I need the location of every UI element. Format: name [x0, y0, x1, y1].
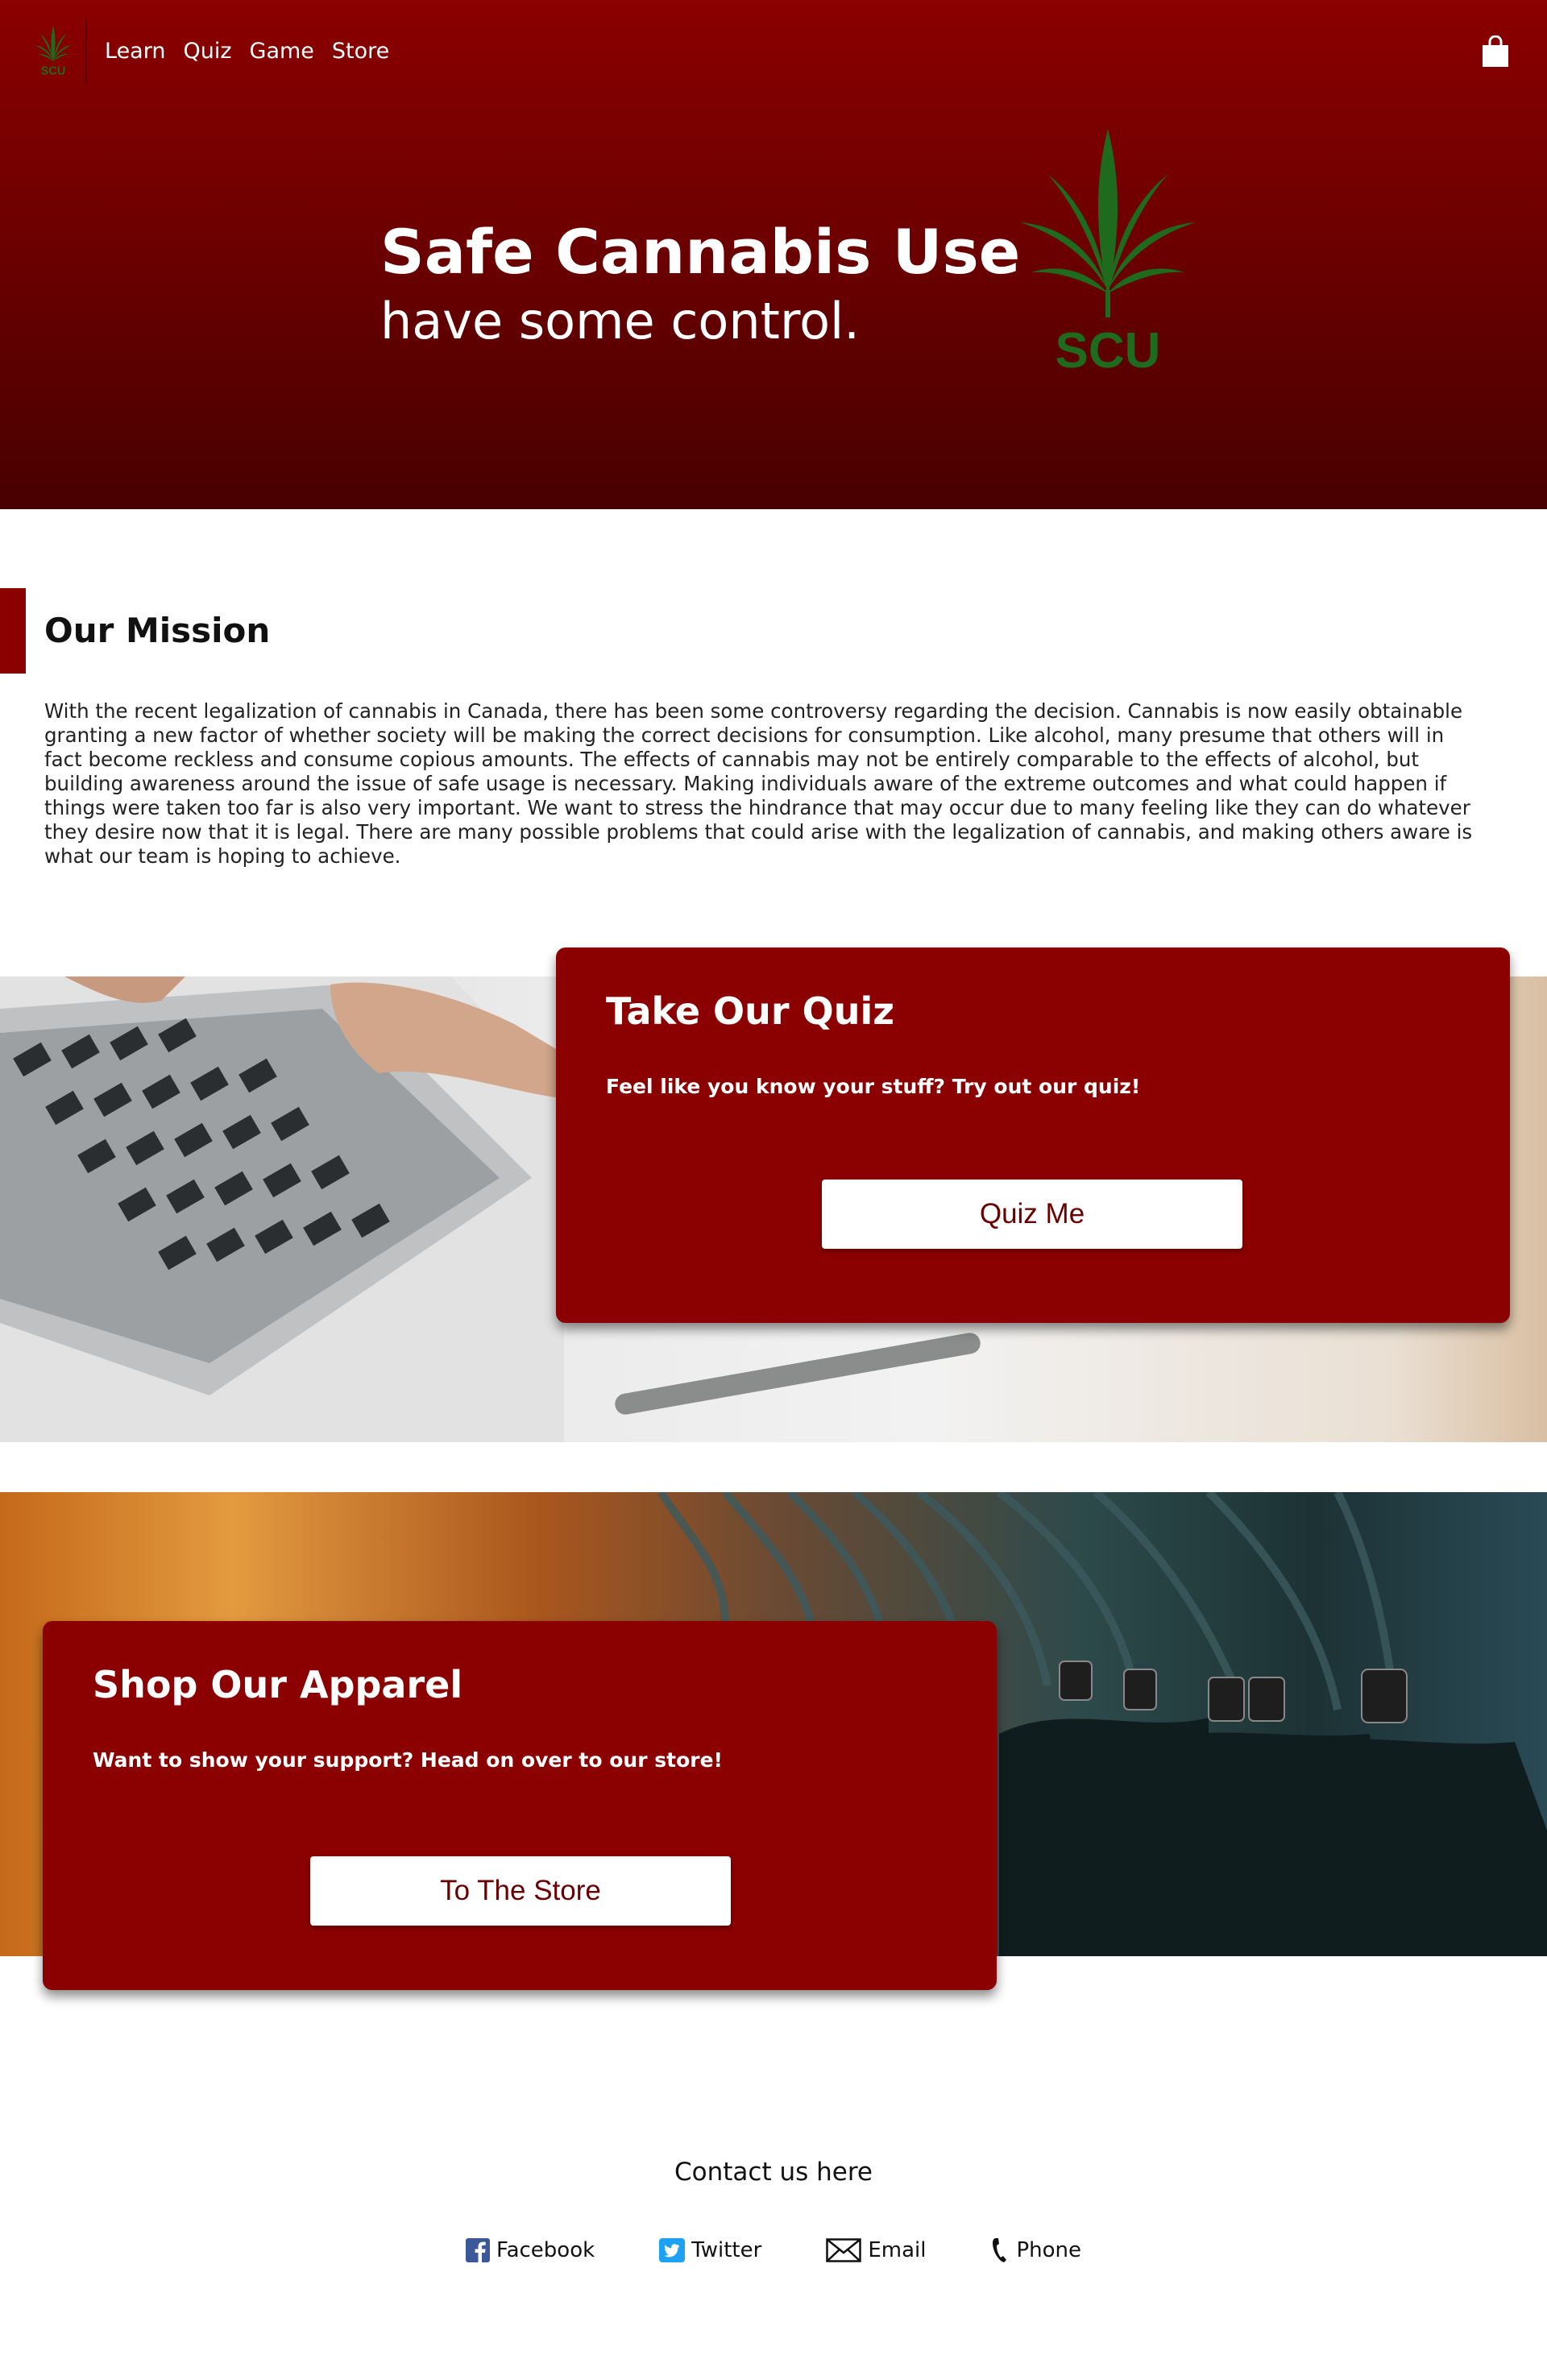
nav-game-link[interactable]: Game: [250, 39, 314, 64]
mission-heading: Our Mission: [44, 611, 271, 650]
facebook-label: Facebook: [496, 2238, 595, 2262]
hero-subtitle: have some control.: [380, 292, 860, 350]
contact-title: Contact us here: [674, 2158, 873, 2187]
contact-links: Facebook Twitter Email Phone: [0, 2237, 1547, 2264]
cannabis-leaf-logo-icon[interactable]: SCU: [32, 23, 74, 79]
quiz-card: Take Our Quiz Feel like you know your st…: [556, 947, 1510, 1323]
phone-icon: [993, 2238, 1007, 2262]
nav-divider: [85, 19, 87, 84]
email-link[interactable]: Email: [826, 2237, 926, 2264]
nav-learn-link[interactable]: Learn: [105, 39, 165, 64]
quiz-text: Feel like you know your stuff? Try out o…: [606, 1075, 1141, 1098]
phone-label: Phone: [1016, 2238, 1081, 2262]
twitter-label: Twitter: [691, 2238, 762, 2262]
facebook-link[interactable]: Facebook: [466, 2237, 595, 2264]
store-card: Shop Our Apparel Want to show your suppo…: [43, 1621, 997, 1990]
store-text: Want to show your support? Head on over …: [93, 1748, 723, 1772]
scu-leaf-logo-icon: SCU: [1020, 129, 1196, 375]
twitter-link[interactable]: Twitter: [659, 2237, 761, 2264]
svg-text:SCU: SCU: [41, 65, 66, 78]
twitter-icon: [659, 2238, 686, 2262]
nav-quiz-link[interactable]: Quiz: [183, 39, 231, 64]
hero-banner: SCU Learn Quiz Game Store Safe Cannabis …: [0, 0, 1547, 509]
email-label: Email: [868, 2238, 927, 2262]
email-icon: [826, 2238, 862, 2262]
quiz-title: Take Our Quiz: [606, 989, 895, 1033]
mission-text: With the recent legalization of cannabis…: [44, 699, 1473, 868]
quiz-me-button[interactable]: Quiz Me: [822, 1180, 1242, 1249]
scu-logo-text: SCU: [1056, 323, 1161, 375]
store-title: Shop Our Apparel: [93, 1663, 463, 1706]
phone-link[interactable]: Phone: [990, 2237, 1081, 2264]
hero-title: Safe Cannabis Use: [380, 216, 1021, 288]
mission-accent-bar: [0, 588, 26, 674]
to-the-store-button[interactable]: To The Store: [310, 1856, 731, 1926]
nav-store-link[interactable]: Store: [332, 39, 389, 64]
main-nav: Learn Quiz Game Store: [105, 39, 389, 64]
facebook-icon: [466, 2238, 490, 2262]
shopping-bag-icon[interactable]: [1481, 35, 1510, 68]
